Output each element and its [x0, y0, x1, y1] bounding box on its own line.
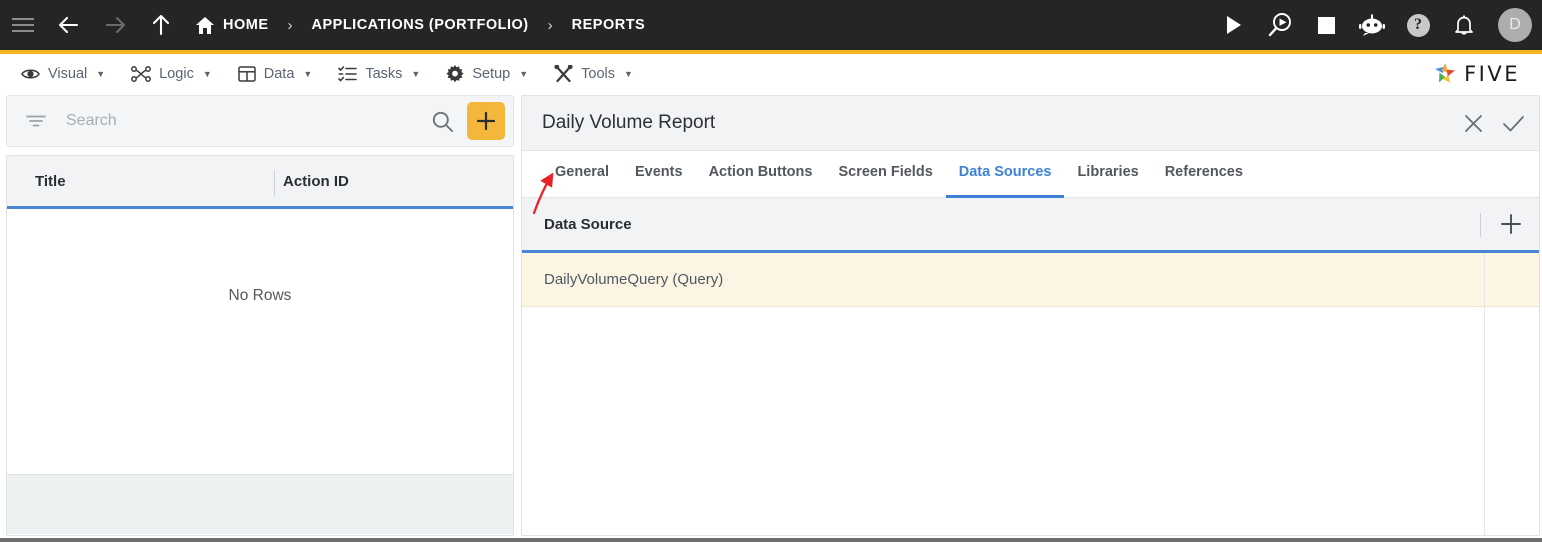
play-icon[interactable]	[1214, 0, 1254, 50]
datasource-name: DailyVolumeQuery (Query)	[544, 271, 724, 288]
chevron-down-icon: ▼	[202, 69, 212, 79]
menu-label-tools: Tools	[581, 66, 615, 82]
breadcrumb-item-reports[interactable]: REPORTS	[570, 17, 648, 33]
empty-state-message: No Rows	[228, 287, 292, 304]
menu-label-setup: Setup	[472, 66, 511, 82]
debug-search-icon[interactable]	[1260, 0, 1300, 50]
grid-column-title[interactable]: Title	[35, 173, 66, 190]
window-bottom-edge	[0, 538, 1542, 542]
filter-icon[interactable]	[26, 114, 46, 128]
add-datasource-button[interactable]	[1499, 212, 1523, 236]
column-divider	[274, 170, 275, 196]
datasource-column-header[interactable]: Data Source	[544, 216, 632, 233]
logic-nodes-icon	[131, 66, 152, 82]
application-menu-bar: Visual ▼ Logic ▼ Data ▼ Tasks ▼ Setup ▼ …	[0, 54, 1542, 94]
menu-label-data: Data	[263, 66, 295, 82]
arrow-left-icon[interactable]	[46, 0, 92, 50]
table-grid-icon	[238, 66, 256, 82]
five-brand-logo: FIVE	[1432, 54, 1520, 94]
menu-item-visual[interactable]: Visual ▼	[8, 54, 118, 94]
search-icon[interactable]	[432, 111, 453, 132]
add-record-button[interactable]	[467, 102, 505, 140]
close-icon[interactable]	[1463, 113, 1484, 134]
help-glyph: ?	[1406, 13, 1430, 37]
breadcrumb-item-applications[interactable]: APPLICATIONS (PORTFOLIO)	[310, 17, 531, 33]
page-title: Daily Volume Report	[542, 112, 716, 133]
menu-item-tasks[interactable]: Tasks ▼	[325, 54, 433, 94]
menu-label-tasks: Tasks	[365, 66, 403, 82]
datasource-header-row: Data Source	[522, 198, 1539, 253]
top-navigation-bar: HOME › APPLICATIONS (PORTFOLIO) › REPORT…	[0, 0, 1542, 50]
main-content-panel: Daily Volume Report General Events Actio…	[521, 95, 1540, 536]
breadcrumb: HOME › APPLICATIONS (PORTFOLIO) › REPORT…	[194, 16, 648, 34]
breadcrumb-label-applications: APPLICATIONS (PORTFOLIO)	[311, 17, 529, 33]
row-column-divider	[1484, 253, 1485, 306]
topbar-action-icons: ? D	[1214, 0, 1532, 50]
eye-icon	[21, 67, 40, 81]
column-divider	[1480, 213, 1481, 237]
menu-item-data[interactable]: Data ▼	[225, 54, 326, 94]
arrow-up-icon[interactable]	[138, 0, 184, 50]
help-icon[interactable]: ?	[1398, 0, 1438, 50]
grid-header-row: Title Action ID	[7, 156, 513, 209]
tab-action-buttons[interactable]: Action Buttons	[696, 151, 826, 198]
breadcrumb-label-home: HOME	[223, 17, 269, 33]
grid-footer	[7, 474, 513, 534]
breadcrumb-separator: ›	[547, 16, 553, 34]
menu-label-logic: Logic	[159, 66, 194, 82]
five-pinwheel-logo	[1432, 61, 1458, 87]
breadcrumb-label-reports: REPORTS	[571, 17, 646, 33]
chevron-down-icon: ▼	[303, 69, 313, 79]
arrow-right-icon[interactable]	[92, 0, 138, 50]
sidebar-grid: Title Action ID No Rows	[6, 155, 514, 536]
tab-references[interactable]: References	[1152, 151, 1256, 198]
gear-icon	[446, 65, 465, 83]
tab-libraries[interactable]: Libraries	[1064, 151, 1151, 198]
plus-icon	[476, 111, 496, 131]
search-input[interactable]	[66, 112, 432, 130]
tab-bar: General Events Action Buttons Screen Fie…	[522, 151, 1539, 198]
notification-bell-icon[interactable]	[1444, 0, 1484, 50]
breadcrumb-separator: ›	[287, 16, 293, 34]
datasource-empty-area	[522, 307, 1539, 535]
record-header-actions	[1463, 113, 1525, 134]
tab-events[interactable]: Events	[622, 151, 696, 198]
chevron-down-icon: ▼	[96, 69, 106, 79]
menu-item-logic[interactable]: Logic ▼	[118, 54, 225, 94]
five-wordmark: FIVE	[1464, 62, 1520, 86]
stop-icon[interactable]	[1306, 0, 1346, 50]
chat-bot-icon[interactable]	[1352, 0, 1392, 50]
sidebar-panel: Title Action ID No Rows	[6, 95, 514, 536]
task-list-icon	[338, 66, 358, 82]
tools-cross-icon	[554, 65, 573, 83]
chevron-down-icon: ▼	[519, 69, 529, 79]
app-root: HOME › APPLICATIONS (PORTFOLIO) › REPORT…	[0, 0, 1542, 542]
table-row[interactable]: DailyVolumeQuery (Query)	[522, 253, 1539, 307]
search-bar	[6, 95, 514, 147]
avatar[interactable]: D	[1498, 8, 1532, 42]
menu-label-visual: Visual	[48, 66, 88, 82]
home-icon	[196, 16, 214, 34]
breadcrumb-item-home[interactable]: HOME	[194, 16, 271, 34]
tab-screen-fields[interactable]: Screen Fields	[825, 151, 945, 198]
menu-item-tools[interactable]: Tools ▼	[541, 54, 646, 94]
grid-body: No Rows	[7, 209, 513, 474]
menu-item-setup[interactable]: Setup ▼	[433, 54, 541, 94]
tab-general[interactable]: General	[542, 151, 622, 198]
grid-column-action-id[interactable]: Action ID	[283, 173, 349, 190]
row-column-divider	[1484, 307, 1485, 535]
tab-data-sources[interactable]: Data Sources	[945, 151, 1065, 198]
chevron-down-icon: ▼	[624, 69, 633, 79]
confirm-check-icon[interactable]	[1502, 113, 1525, 134]
chevron-down-icon: ▼	[411, 69, 421, 79]
record-header: Daily Volume Report	[522, 96, 1539, 151]
hamburger-icon[interactable]	[0, 0, 46, 50]
